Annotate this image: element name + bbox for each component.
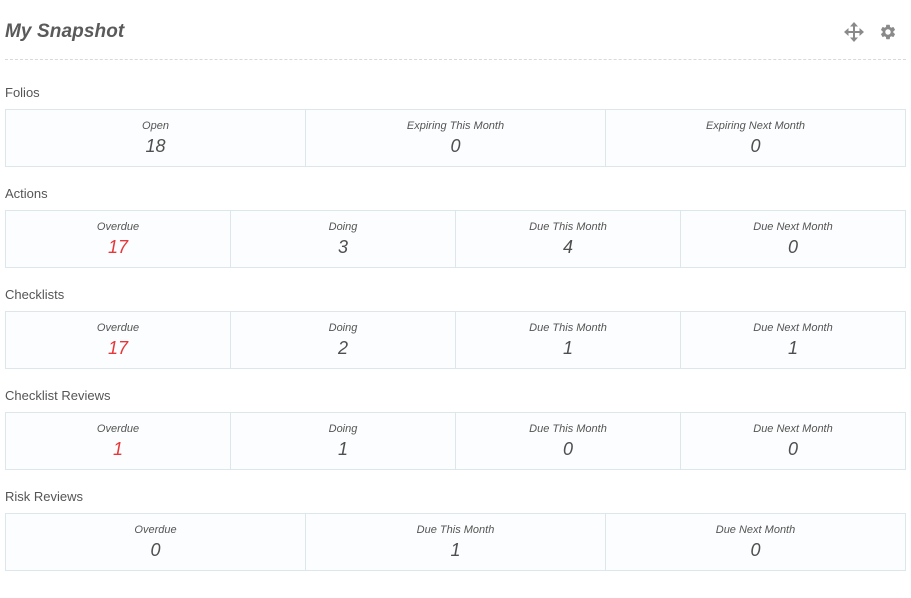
checklists-stats: Overdue 17 Doing 2 Due This Month 1 Due …	[5, 311, 906, 369]
widget-title: My Snapshot	[5, 21, 125, 42]
stat-folios-open[interactable]: Open 18	[6, 110, 305, 166]
stat-value: 0	[562, 439, 573, 459]
stat-label: Expiring Next Month	[705, 120, 806, 132]
stat-label: Due This Month	[529, 221, 607, 233]
stat-label: Due Next Month	[753, 221, 833, 233]
stat-label: Due Next Month	[753, 322, 833, 334]
stat-risk-reviews-due-next-month[interactable]: Due Next Month 0	[605, 514, 905, 570]
stat-label: Doing	[328, 322, 358, 334]
stat-actions-due-this-month[interactable]: Due This Month 4	[455, 211, 680, 267]
stat-actions-due-next-month[interactable]: Due Next Month 0	[680, 211, 905, 267]
stat-label: Expiring This Month	[406, 120, 505, 132]
stat-value: 1	[337, 439, 348, 459]
stat-checklists-due-this-month[interactable]: Due This Month 1	[455, 312, 680, 368]
stat-value: 2	[337, 338, 348, 358]
stat-label: Doing	[328, 423, 358, 435]
stat-value: 1	[450, 540, 461, 560]
section-title-folios: Folios	[5, 85, 40, 100]
stat-label: Doing	[328, 221, 358, 233]
stat-value: 0	[750, 136, 761, 156]
stat-label: Overdue	[96, 423, 140, 435]
stat-value: 1	[787, 338, 798, 358]
stat-folios-expiring-this-month[interactable]: Expiring This Month 0	[305, 110, 605, 166]
section-title-checklists: Checklists	[5, 287, 65, 302]
section-title-risk-reviews: Risk Reviews	[5, 489, 84, 504]
stat-value: 17	[107, 338, 129, 358]
stat-value: 1	[112, 439, 123, 459]
risk-reviews-stats: Overdue 0 Due This Month 1 Due Next Mont…	[5, 513, 906, 571]
stat-value: 0	[750, 540, 761, 560]
folios-stats: Open 18 Expiring This Month 0 Expiring N…	[5, 109, 906, 167]
stat-value: 0	[787, 439, 798, 459]
stat-label: Open	[142, 120, 169, 132]
widget-header: My Snapshot	[5, 0, 906, 60]
stat-checklists-due-next-month[interactable]: Due Next Month 1	[680, 312, 905, 368]
stat-risk-reviews-due-this-month[interactable]: Due This Month 1	[305, 514, 605, 570]
stat-actions-overdue[interactable]: Overdue 17	[6, 211, 230, 267]
stat-checklist-reviews-overdue[interactable]: Overdue 1	[6, 413, 230, 469]
stat-label: Due This Month	[529, 423, 607, 435]
stat-value: 4	[562, 237, 573, 257]
actions-stats: Overdue 17 Doing 3 Due This Month 4 Due …	[5, 210, 906, 268]
stat-value: 18	[145, 136, 166, 156]
gear-icon[interactable]	[878, 22, 898, 42]
stat-label: Overdue	[96, 221, 140, 233]
stat-value: 0	[150, 540, 161, 560]
stat-value: 17	[107, 237, 129, 257]
stat-label: Due This Month	[529, 322, 607, 334]
stat-value: 1	[562, 338, 573, 358]
stat-folios-expiring-next-month[interactable]: Expiring Next Month 0	[605, 110, 905, 166]
section-title-actions: Actions	[5, 186, 48, 201]
stat-label: Due Next Month	[715, 524, 796, 536]
stat-checklist-reviews-due-next-month[interactable]: Due Next Month 0	[680, 413, 905, 469]
stat-checklist-reviews-due-this-month[interactable]: Due This Month 0	[455, 413, 680, 469]
stat-label: Overdue	[134, 524, 177, 536]
section-title-checklist-reviews: Checklist Reviews	[5, 388, 111, 403]
stat-value: 0	[450, 136, 461, 156]
stat-label: Overdue	[96, 322, 140, 334]
stat-checklist-reviews-doing[interactable]: Doing 1	[230, 413, 455, 469]
stat-checklists-doing[interactable]: Doing 2	[230, 312, 455, 368]
stat-value: 3	[337, 237, 348, 257]
stat-value: 0	[787, 237, 798, 257]
checklist-reviews-stats: Overdue 1 Doing 1 Due This Month 0 Due N…	[5, 412, 906, 470]
widget-tools	[844, 22, 898, 42]
stat-checklists-overdue[interactable]: Overdue 17	[6, 312, 230, 368]
my-snapshot-widget: My Snapshot Folios Open 18 Expiring This…	[5, 0, 906, 571]
stat-actions-doing[interactable]: Doing 3	[230, 211, 455, 267]
stat-label: Due Next Month	[753, 423, 833, 435]
stat-label: Due This Month	[416, 524, 495, 536]
stat-risk-reviews-overdue[interactable]: Overdue 0	[6, 514, 305, 570]
move-icon[interactable]	[844, 22, 864, 42]
